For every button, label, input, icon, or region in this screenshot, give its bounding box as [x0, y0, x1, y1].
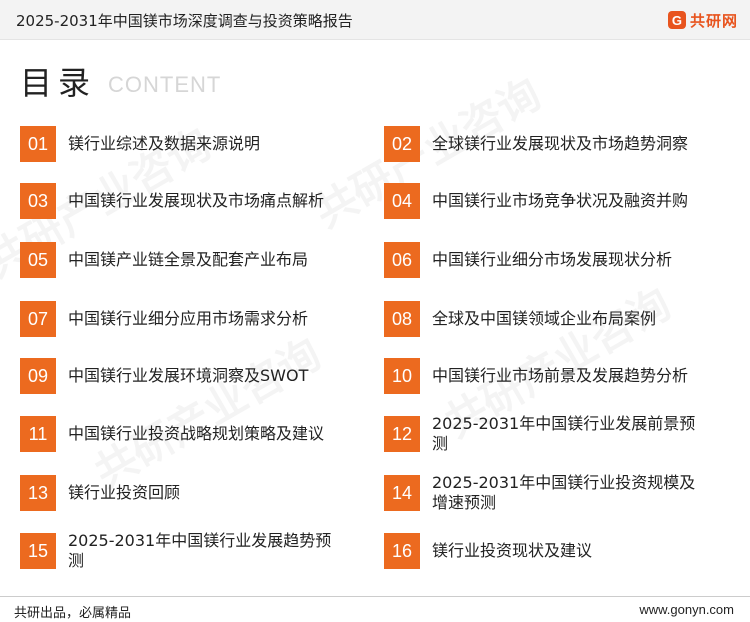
report-title: 2025-2031年中国镁市场深度调查与投资策略报告 — [16, 12, 353, 30]
toc-item-label: 中国镁行业发展现状及市场痛点解析 — [68, 191, 325, 210]
toc-item-number: 05 — [20, 242, 56, 278]
header-bar: 2025-2031年中国镁市场深度调查与投资策略报告 G 共研网 — [0, 0, 750, 40]
logo-text: 共研网 — [689, 11, 738, 30]
toc-item-number: 11 — [20, 416, 56, 452]
toc-item-label: 镁行业综述及数据来源说明 — [68, 134, 261, 153]
footer-bar: 共研出品，必属精品 www.gonyn.com — [0, 596, 750, 622]
toc-item-number: 06 — [384, 242, 420, 278]
toc-item-label: 2025-2031年中国镁行业发展趋势预测 — [68, 531, 332, 570]
toc-item-label: 2025-2031年中国镁行业投资规模及增速预测 — [432, 473, 696, 512]
toc-item-label: 中国镁行业市场前景及发展趋势分析 — [432, 366, 689, 385]
toc-item-number: 15 — [20, 533, 56, 569]
toc-item-label: 中国镁行业投资战略规划策略及建议 — [68, 424, 325, 443]
toc-item-label: 中国镁行业细分市场发展现状分析 — [432, 250, 673, 269]
toc-item-number: 04 — [384, 183, 420, 219]
toc-subtitle: CONTENT — [108, 72, 222, 97]
toc-item-label: 镁行业投资现状及建议 — [432, 541, 593, 560]
toc-item-label: 全球及中国镁领域企业布局案例 — [432, 309, 657, 328]
logo-mark-icon: G — [667, 11, 686, 29]
toc-item-label: 中国镁行业细分应用市场需求分析 — [68, 309, 309, 328]
toc-item-label: 中国镁产业链全景及配套产业布局 — [68, 250, 309, 269]
toc-item-label: 中国镁行业市场竞争状况及融资并购 — [432, 191, 689, 210]
brand-logo: G 共研网 — [667, 8, 738, 32]
toc-title: 目录 — [20, 64, 97, 102]
toc-item-number: 03 — [20, 183, 56, 219]
toc-item-label: 2025-2031年中国镁行业发展前景预测 — [432, 414, 696, 453]
toc-item-number: 08 — [384, 301, 420, 337]
toc-item-number: 10 — [384, 358, 420, 394]
toc-item-number: 14 — [384, 475, 420, 511]
toc-item-number: 13 — [20, 475, 56, 511]
toc-item-number: 02 — [384, 126, 420, 162]
toc-item-number: 07 — [20, 301, 56, 337]
toc-item-number: 16 — [384, 533, 420, 569]
toc-item-number: 12 — [384, 416, 420, 452]
toc-item-label: 全球镁行业发展现状及市场趋势洞察 — [432, 134, 689, 153]
toc-item-number: 01 — [20, 126, 56, 162]
footer-url[interactable]: www.gonyn.com — [639, 602, 734, 617]
toc-item-label: 中国镁行业发展环境洞察及SWOT — [68, 366, 309, 385]
toc-item-label: 镁行业投资回顾 — [68, 483, 181, 502]
footer-slogan: 共研出品，必属精品 — [14, 606, 132, 621]
toc-item-number: 09 — [20, 358, 56, 394]
